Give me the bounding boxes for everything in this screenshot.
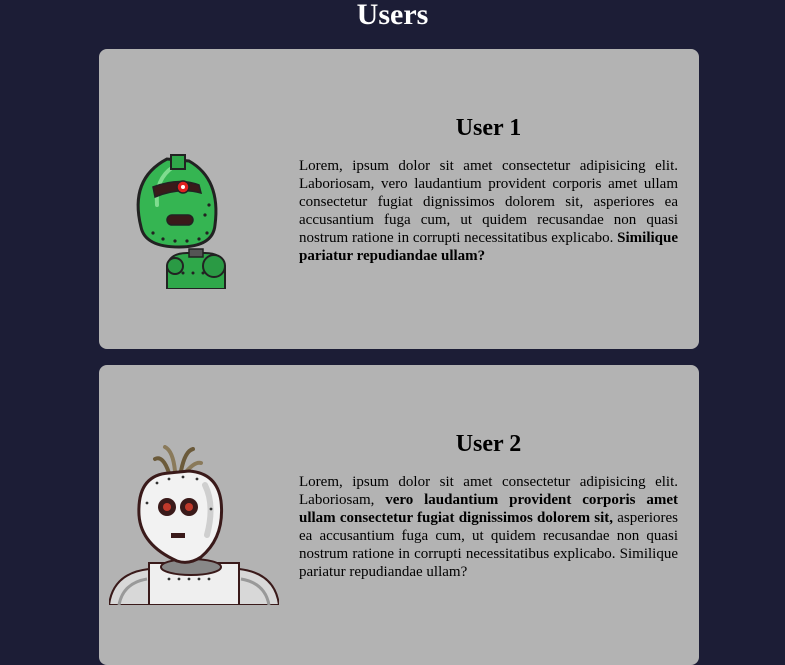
user-bio: Lorem, ipsum dolor sit amet consectetur … bbox=[299, 157, 678, 265]
white-robot-icon bbox=[109, 445, 279, 605]
green-robot-icon bbox=[109, 149, 279, 289]
user-card-body: User 2 Lorem, ipsum dolor sit amet conse… bbox=[299, 431, 678, 581]
user-name: User 2 bbox=[455, 431, 522, 457]
user-card: User 1 Lorem, ipsum dolor sit amet conse… bbox=[99, 49, 699, 349]
user-card-body: User 1 Lorem, ipsum dolor sit amet conse… bbox=[299, 115, 678, 265]
user-bio: Lorem, ipsum dolor sit amet consectetur … bbox=[299, 473, 678, 581]
page-title: Users bbox=[356, 0, 429, 31]
user-card: User 2 Lorem, ipsum dolor sit amet conse… bbox=[99, 365, 699, 665]
user-name: User 1 bbox=[455, 115, 522, 141]
